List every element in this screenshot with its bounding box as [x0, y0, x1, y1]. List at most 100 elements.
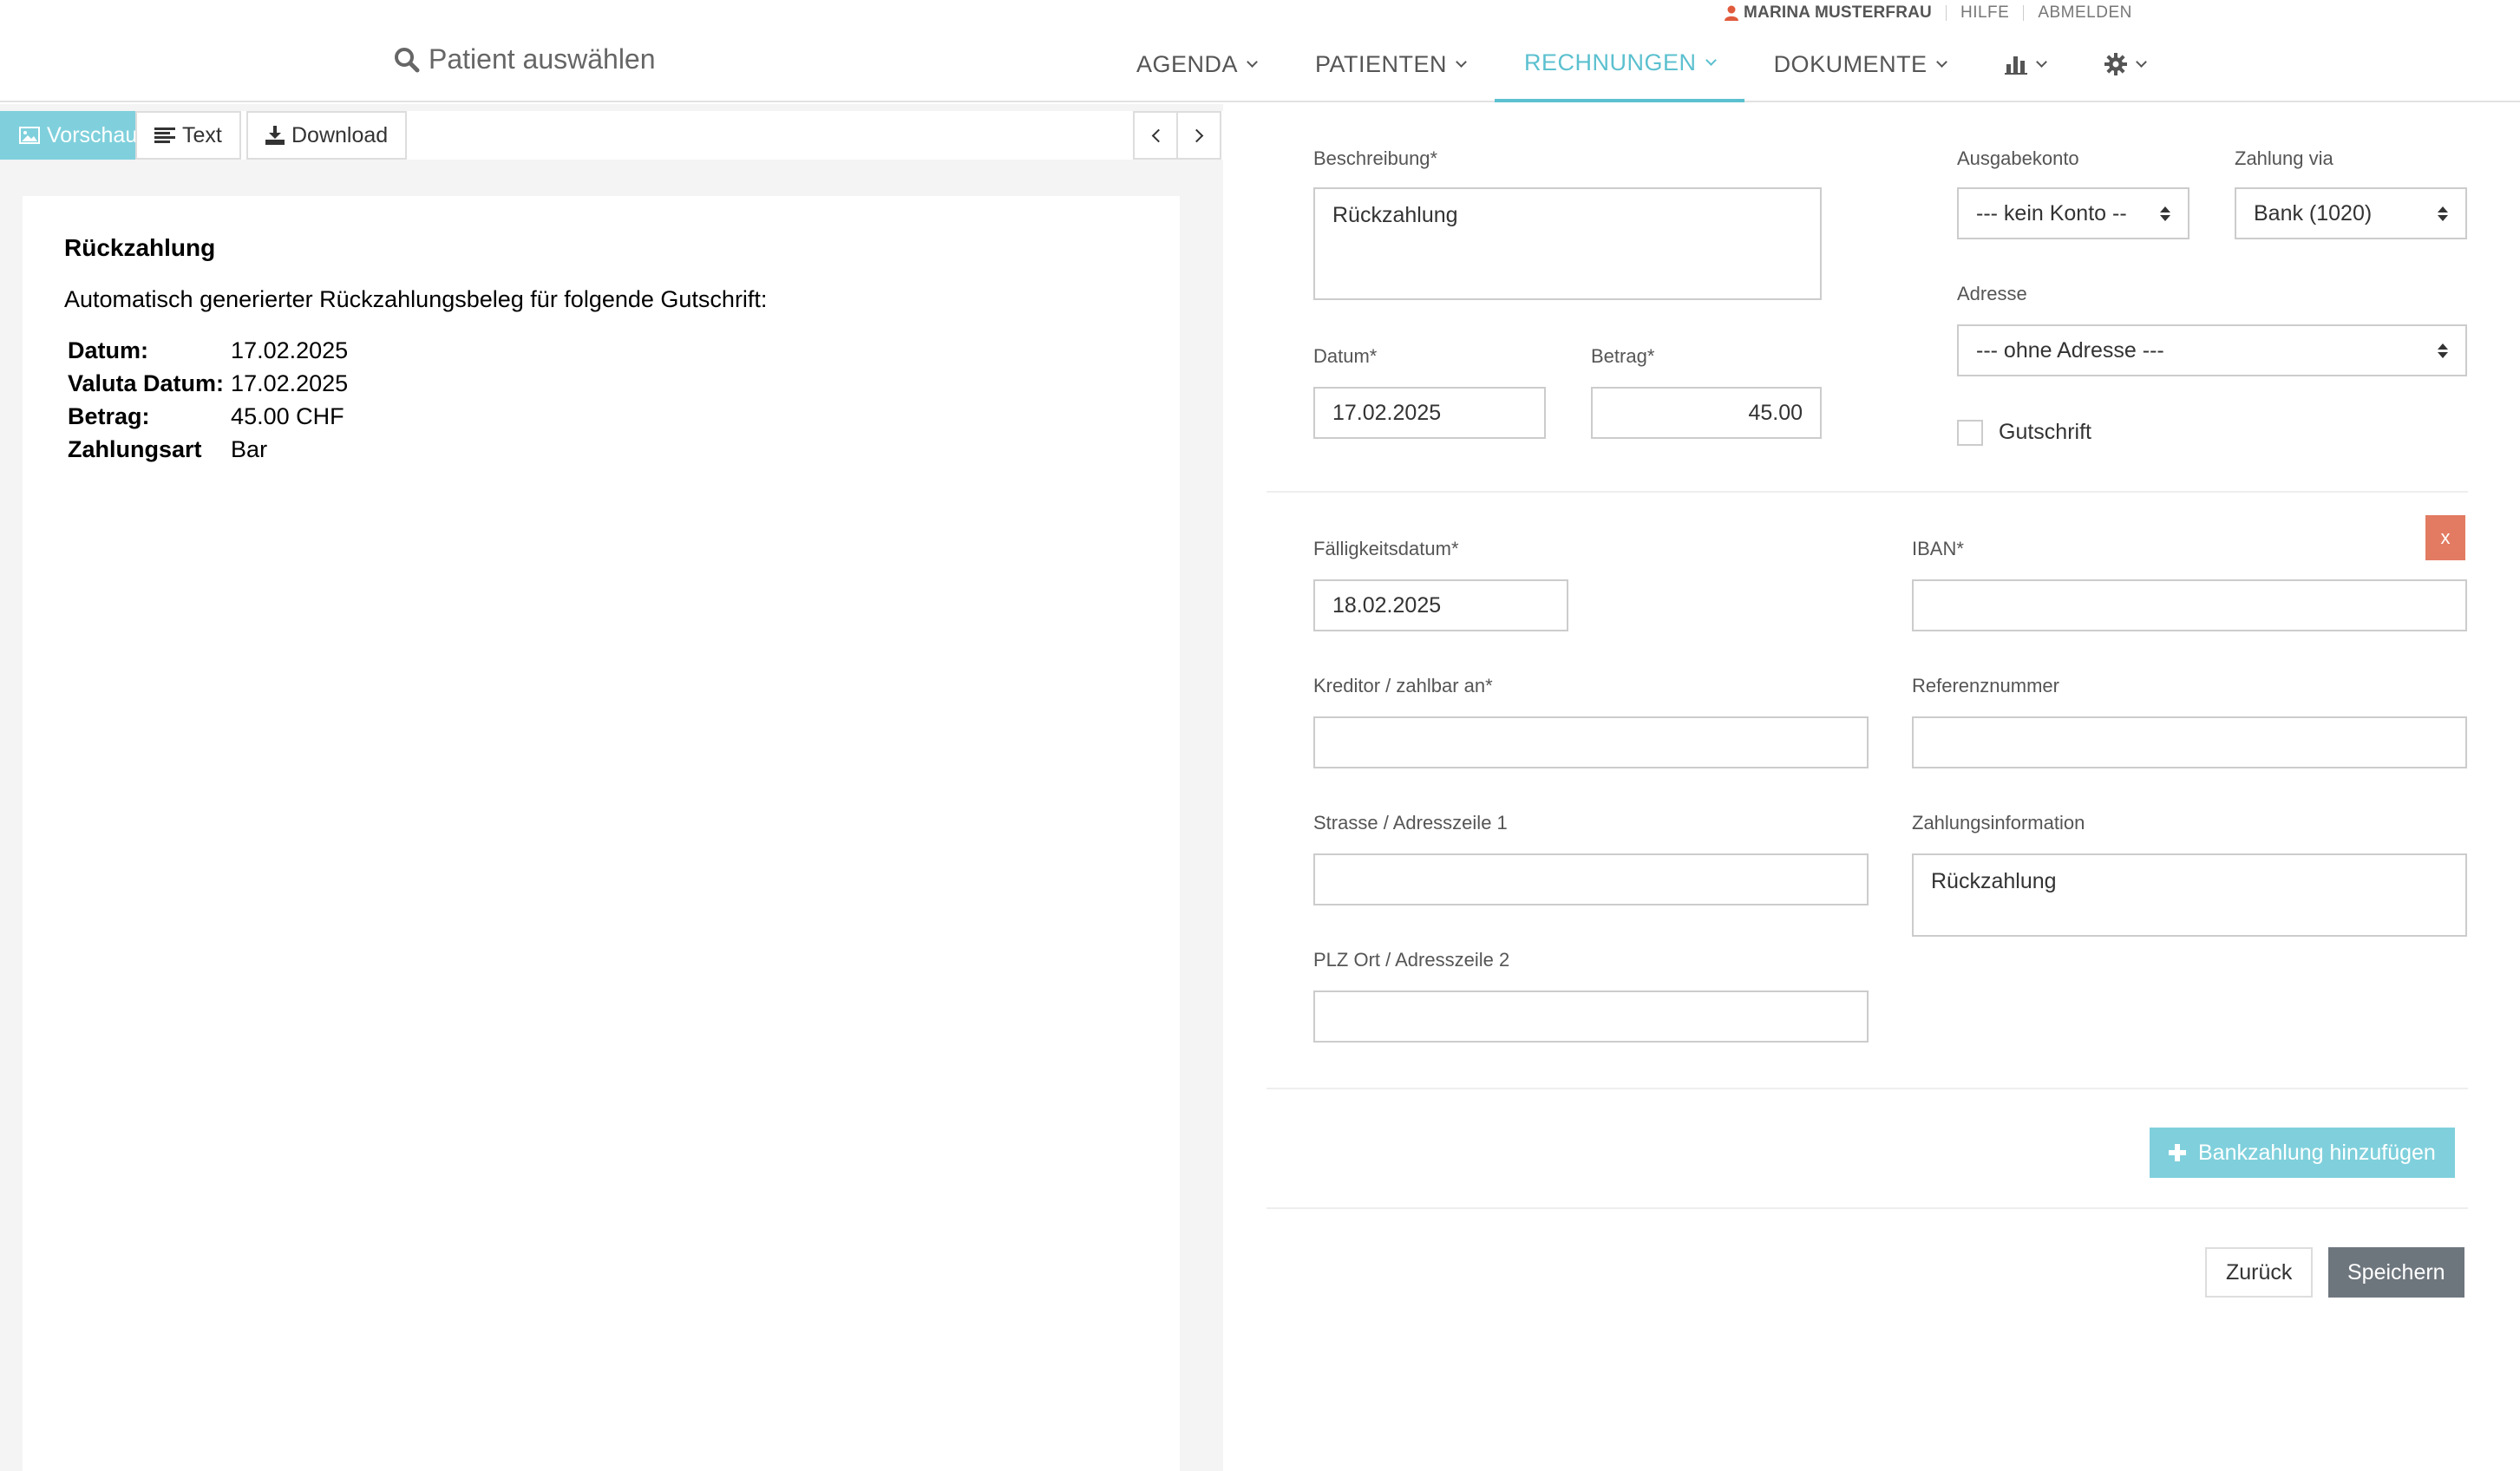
ausgabekonto-label: Ausgabekonto	[1957, 147, 2079, 169]
zahlung-via-label: Zahlung via	[2235, 147, 2333, 169]
prev-page-button[interactable]	[1133, 111, 1178, 160]
user-bar: MARINA MUSTERFRAU HILFE ABMELDEN	[1725, 2, 2132, 24]
table-row: Betrag: 45.00 CHF	[68, 400, 348, 433]
beschreibung-label: Beschreibung*	[1313, 147, 1438, 169]
document-details: Datum: 17.02.2025 Valuta Datum: 17.02.2025…	[68, 334, 348, 466]
nav-dokumente-label: DOKUMENTE	[1773, 50, 1928, 77]
tab-preview[interactable]: Vorschau	[0, 111, 157, 160]
faelligkeitsdatum-value: 18.02.2025	[1332, 592, 1442, 618]
divider	[2023, 5, 2025, 21]
chevron-down-icon	[1935, 56, 1947, 68]
download-icon	[265, 126, 285, 145]
beschreibung-textarea[interactable]: Rückzahlung	[1313, 187, 1822, 300]
nav-patienten[interactable]: PATIENTEN	[1286, 26, 1495, 102]
datum-label: Datum*	[1313, 345, 1378, 367]
help-link[interactable]: HILFE	[1960, 3, 2009, 23]
faelligkeitsdatum-input[interactable]: 18.02.2025	[1313, 579, 1568, 631]
select-sort-icon	[2160, 206, 2170, 221]
nav-statistics[interactable]	[1975, 26, 2075, 102]
chevron-left-icon	[1151, 128, 1165, 142]
tab-text[interactable]: Text	[135, 111, 241, 160]
preview-panel: Vorschau Text Download Rückzahlung Autom…	[0, 104, 1223, 1471]
remove-bank-payment-button[interactable]: x	[2425, 515, 2465, 560]
add-bank-payment-label: Bankzahlung hinzufügen	[2198, 1140, 2436, 1165]
strasse-label: Strasse / Adresszeile 1	[1313, 812, 1508, 834]
gutschrift-label: Gutschrift	[1999, 420, 2091, 444]
chevron-down-icon	[2035, 56, 2047, 68]
logout-link[interactable]: ABMELDEN	[2038, 3, 2132, 23]
nav-patienten-label: PATIENTEN	[1315, 50, 1448, 77]
nav-rechnungen[interactable]: RECHNUNGEN	[1495, 26, 1744, 102]
document-intro: Automatisch generierter Rückzahlungsbele…	[64, 286, 768, 312]
faelligkeitsdatum-label: Fälligkeitsdatum*	[1313, 538, 1459, 559]
detail-key: Betrag:	[68, 402, 150, 429]
iban-label: IBAN*	[1912, 538, 1964, 559]
next-page-button[interactable]	[1176, 111, 1221, 160]
divider	[1945, 5, 1947, 21]
table-row: Zahlungsart Bar	[68, 433, 348, 466]
chevron-down-icon	[1456, 56, 1467, 68]
chevron-right-icon	[1189, 128, 1203, 142]
gear-icon	[2104, 53, 2127, 75]
nav-settings[interactable]	[2075, 26, 2175, 102]
chevron-down-icon	[1705, 54, 1717, 66]
detail-value: 17.02.2025	[231, 369, 349, 396]
datum-value: 17.02.2025	[1332, 400, 1442, 425]
main-nav: AGENDA PATIENTEN RECHNUNGEN DOKUMENTE	[1107, 26, 2175, 102]
detail-key: Zahlungsart	[68, 435, 202, 462]
zahlung-via-value: Bank (1020)	[2254, 200, 2373, 226]
nav-agenda-label: AGENDA	[1136, 50, 1239, 77]
nav-rechnungen-label: RECHNUNGEN	[1524, 49, 1697, 75]
select-sort-icon	[2438, 343, 2448, 358]
datum-input[interactable]: 17.02.2025	[1313, 387, 1546, 439]
gutschrift-checkbox[interactable]	[1957, 420, 1983, 446]
divider	[1267, 1207, 2468, 1209]
document-preview: Rückzahlung Automatisch generierter Rück…	[23, 196, 1180, 1471]
plz-ort-label: PLZ Ort / Adresszeile 2	[1313, 949, 1510, 971]
main-header: Patient auswählen AGENDA PATIENTEN RECHN…	[0, 26, 2520, 102]
adresse-label: Adresse	[1957, 283, 2027, 304]
user-icon	[1725, 5, 1738, 21]
tab-text-label: Text	[182, 122, 222, 147]
zahlungsinformation-textarea[interactable]: Rückzahlung	[1912, 853, 2467, 937]
strasse-input[interactable]	[1313, 853, 1869, 905]
patient-search-label: Patient auswählen	[429, 43, 656, 75]
user-menu[interactable]: MARINA MUSTERFRAU	[1725, 3, 1932, 23]
zahlung-via-select[interactable]: Bank (1020)	[2235, 187, 2467, 239]
download-button[interactable]: Download	[246, 111, 408, 160]
divider	[1267, 491, 2468, 493]
iban-input[interactable]	[1912, 579, 2467, 631]
kreditor-input[interactable]	[1313, 716, 1869, 768]
nav-agenda[interactable]: AGENDA	[1107, 26, 1286, 102]
zahlungsinformation-label: Zahlungsinformation	[1912, 812, 2085, 834]
betrag-value: 45.00	[1748, 400, 1803, 425]
table-row: Valuta Datum: 17.02.2025	[68, 367, 348, 400]
search-icon	[395, 47, 420, 72]
adresse-select[interactable]: --- ohne Adresse ---	[1957, 324, 2467, 376]
back-button[interactable]: Zurück	[2205, 1247, 2314, 1298]
ausgabekonto-select[interactable]: --- kein Konto --	[1957, 187, 2189, 239]
chevron-down-icon	[2135, 56, 2147, 68]
user-name: MARINA MUSTERFRAU	[1744, 3, 1932, 22]
preview-toolbar: Vorschau Text Download	[0, 111, 1223, 160]
image-icon	[19, 127, 40, 144]
referenznummer-label: Referenznummer	[1912, 675, 2059, 696]
zahlungsinformation-value: Rückzahlung	[1931, 869, 2057, 893]
tab-preview-label: Vorschau	[47, 122, 138, 147]
add-bank-payment-button[interactable]: Bankzahlung hinzufügen	[2150, 1128, 2455, 1178]
referenznummer-input[interactable]	[1912, 716, 2467, 768]
patient-search[interactable]: Patient auswählen	[394, 43, 656, 75]
detail-key: Valuta Datum:	[68, 369, 225, 396]
document-title: Rückzahlung	[64, 234, 216, 261]
save-button[interactable]: Speichern	[2328, 1247, 2464, 1298]
table-row: Datum: 17.02.2025	[68, 334, 348, 367]
plus-icon	[2169, 1144, 2186, 1161]
bar-chart-icon	[2004, 56, 2027, 75]
nav-dokumente[interactable]: DOKUMENTE	[1744, 26, 1975, 102]
detail-value: 17.02.2025	[231, 337, 349, 363]
betrag-input[interactable]: 45.00	[1591, 387, 1822, 439]
plz-ort-input[interactable]	[1313, 990, 1869, 1043]
select-sort-icon	[2438, 206, 2448, 221]
adresse-value: --- ohne Adresse ---	[1976, 337, 2164, 363]
beschreibung-value: Rückzahlung	[1332, 203, 1458, 227]
